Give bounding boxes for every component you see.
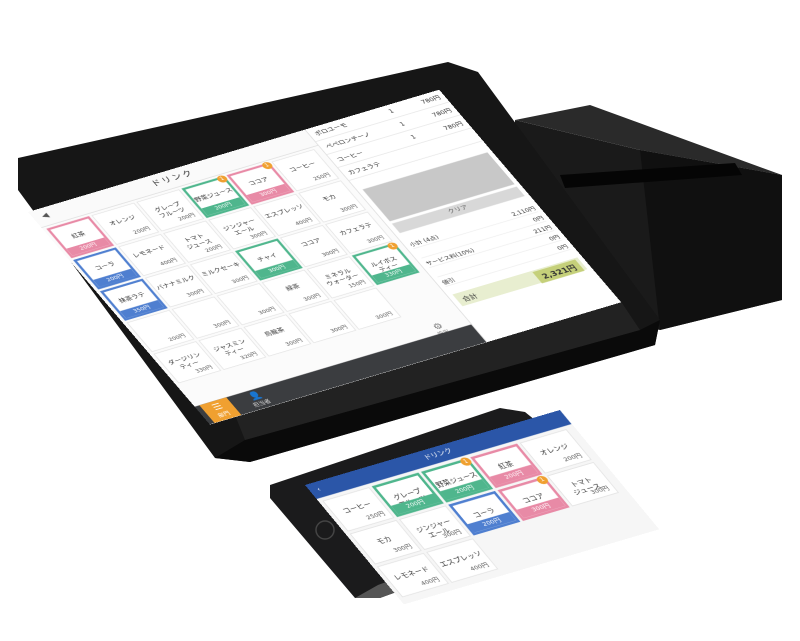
product-photo-scene: ドリンク ◀ 紅茶 200円 オレンジ 200円 グレープ フルーツ 200円 野菜ジュース…: [0, 0, 800, 641]
product-price: 250円: [364, 510, 387, 521]
phone-title: ドリンク: [421, 447, 455, 462]
product-price: 200円: [561, 452, 584, 463]
product-price: 400円: [419, 576, 442, 587]
back-arrow-icon[interactable]: ‹: [312, 482, 326, 497]
product-price: 300円: [391, 543, 414, 554]
product-price: 400円: [468, 561, 491, 573]
